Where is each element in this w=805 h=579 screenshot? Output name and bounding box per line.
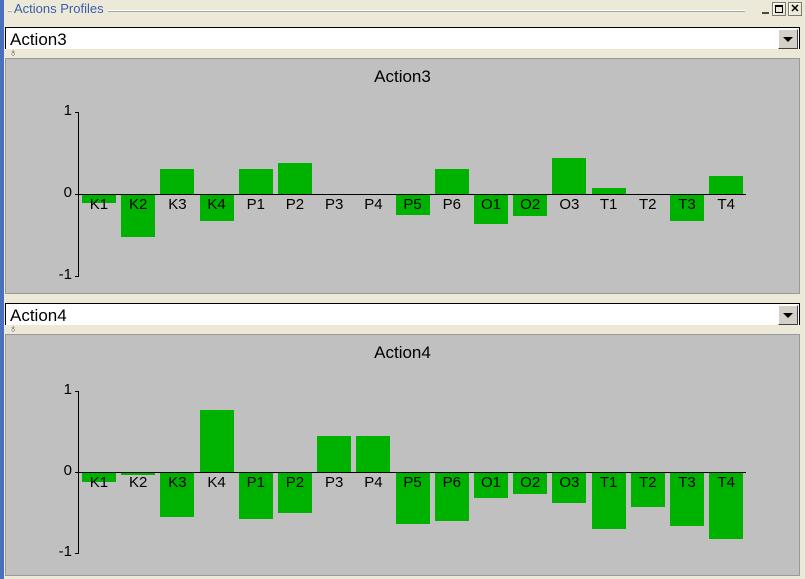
x-axis-category-label: O1: [480, 474, 501, 491]
window-controls: ✕: [756, 1, 802, 17]
x-axis-category-label: K4: [207, 474, 226, 491]
x-axis-category-label: O3: [559, 196, 580, 213]
x-axis-category-label: K2: [129, 196, 148, 213]
x-axis-line: [78, 194, 746, 195]
close-icon[interactable]: ✕: [788, 2, 802, 16]
x-axis-category-label: K3: [168, 196, 187, 213]
x-axis-category-label: T3: [678, 474, 696, 491]
x-axis-category-label: P2: [285, 474, 305, 491]
chevron-down-icon[interactable]: [778, 305, 798, 325]
x-axis-category-label: K1: [89, 196, 109, 213]
bar: [709, 175, 744, 194]
action-profile-combo-value-0: Action3: [10, 30, 67, 49]
x-axis-category-label: P6: [442, 474, 461, 491]
x-axis-category-label: T2: [639, 474, 657, 491]
window-accent-strip: [0, 0, 4, 579]
x-axis-line: [78, 472, 746, 473]
x-axis-category-label: K1: [89, 474, 109, 491]
group-header: Actions Profiles ✕: [4, 0, 805, 20]
actions-profiles-window: Actions Profiles ✕ Action3 ♁ Action3 1 0 -…: [0, 0, 805, 579]
y-axis-tick-mark: [75, 553, 79, 554]
x-axis-category-label: T3: [678, 196, 696, 213]
y-axis-tick-label: 0: [63, 184, 72, 201]
action-profile-combo-value-1: Action4: [10, 306, 67, 325]
bar: [434, 169, 469, 194]
x-axis-category-label: P3: [325, 196, 344, 213]
page-title: Actions Profiles: [12, 1, 108, 16]
x-axis-category-label: P5: [403, 474, 422, 491]
x-axis-category-label: P6: [442, 196, 461, 213]
y-axis-tick-mark: [75, 391, 79, 392]
bar: [199, 409, 234, 472]
x-axis-category-label: P4: [364, 474, 383, 491]
x-axis-category-label: P1: [246, 196, 265, 213]
chart-title-0: Action3: [374, 67, 431, 86]
x-axis-category-label: O2: [520, 474, 541, 491]
x-axis-category-label: T1: [599, 474, 618, 491]
y-axis-tick-label: 0: [63, 462, 72, 479]
x-axis-category-label: T1: [599, 196, 618, 213]
bar: [238, 169, 273, 194]
x-axis-category-label: O3: [559, 474, 580, 491]
bar: [356, 435, 391, 472]
action-profile-combo-1[interactable]: Action4: [5, 303, 800, 327]
y-axis-tick-label: -1: [58, 543, 72, 560]
y-axis-tick-label: -1: [58, 266, 72, 283]
restore-icon[interactable]: [772, 2, 786, 16]
y-axis-tick-label: 1: [63, 381, 72, 398]
x-axis-category-label: P3: [325, 474, 344, 491]
chart-panel-0: Action3 1 0 -1 K1 K2 K3 K4 P1 P2 P3 P4 P5 P6 O1 O2 O3 T1…: [5, 58, 800, 294]
x-axis-category-label: P4: [364, 196, 383, 213]
x-axis-category-label: T4: [717, 196, 735, 213]
chevron-down-icon[interactable]: [778, 29, 798, 49]
y-axis-tick-mark: [75, 276, 79, 277]
x-axis-category-label: P5: [403, 196, 422, 213]
y-axis-tick-mark: [75, 112, 79, 113]
bar: [160, 169, 195, 194]
x-axis-category-label: T4: [717, 474, 735, 491]
splitter-handle-0[interactable]: ♁: [5, 47, 800, 59]
y-axis-tick-label: 1: [63, 102, 72, 119]
chart-panel-1: Action4 1 0 -1 K1 K2 K3 K4 P1 P2 P3 P4 P5 P6 O1 O2 O3 T1…: [5, 334, 800, 576]
chart-title-1: Action4: [374, 343, 431, 362]
x-axis-category-label: O1: [480, 196, 501, 213]
bar: [317, 435, 352, 472]
x-axis-category-label: P2: [285, 196, 305, 213]
x-axis-category-label: K3: [168, 474, 187, 491]
bar: [278, 162, 312, 194]
x-axis-category-label: P1: [246, 474, 265, 491]
group-divider-line: [8, 10, 745, 12]
x-axis-category-label: K2: [129, 474, 148, 491]
x-axis-category-label: T2: [639, 196, 657, 213]
splitter-handle-1[interactable]: ♁: [5, 323, 800, 335]
minimize-icon[interactable]: [760, 2, 770, 16]
x-axis-category-label: K4: [207, 196, 226, 213]
splitter-grip-icon: ♁: [9, 47, 18, 59]
bar: [552, 157, 587, 194]
splitter-grip-icon: ♁: [9, 323, 18, 335]
action-profile-combo-0[interactable]: Action3: [5, 27, 800, 51]
x-axis-category-label: O2: [520, 196, 541, 213]
